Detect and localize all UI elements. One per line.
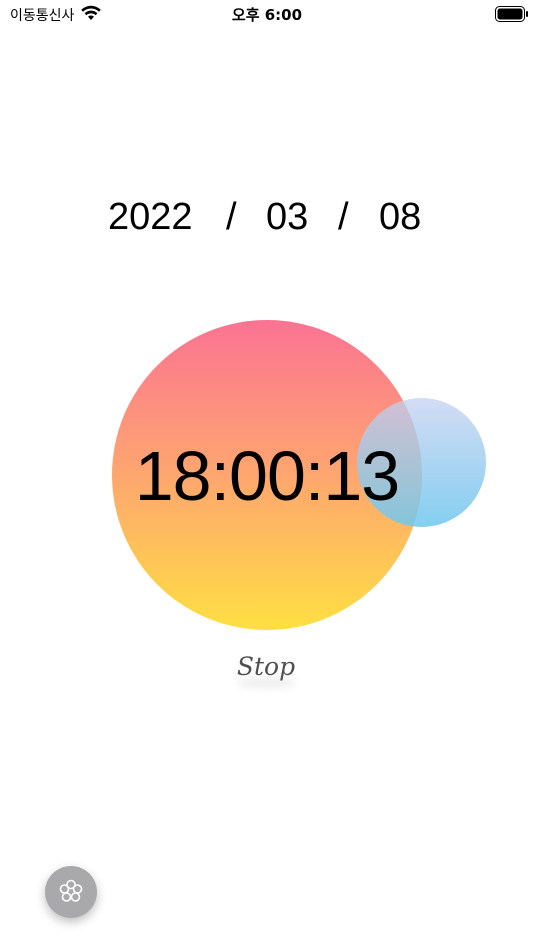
menu-button[interactable] xyxy=(45,866,97,918)
date-separator: / xyxy=(226,196,237,238)
clock-time-display: 18:00:13 xyxy=(134,437,400,515)
battery-icon xyxy=(495,6,528,22)
status-time: 오후 6:00 xyxy=(231,6,303,24)
flower-icon xyxy=(59,879,83,902)
stop-button[interactable]: Stop xyxy=(220,644,312,688)
date-day: 08 xyxy=(379,196,422,238)
date-display: 2022 / 03 / 08 xyxy=(0,196,534,246)
status-bar: 이동통신사 오후 6:00 xyxy=(0,0,534,28)
date-separator: / xyxy=(338,196,349,238)
date-year: 2022 xyxy=(108,196,193,238)
date-month: 03 xyxy=(266,196,309,238)
